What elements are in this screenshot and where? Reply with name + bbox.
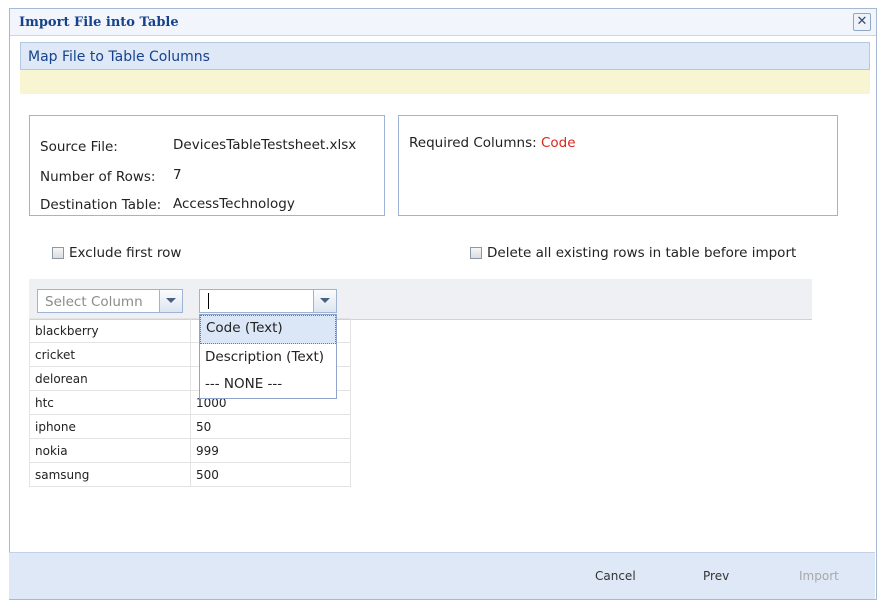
chevron-down-icon[interactable] bbox=[313, 290, 336, 312]
source-file-label: Source File: bbox=[40, 139, 118, 155]
rows-label: Number of Rows: bbox=[40, 169, 156, 185]
device-name-cell: nokia bbox=[29, 438, 191, 463]
exclude-first-row-label[interactable]: Exclude first row bbox=[69, 245, 181, 261]
prev-button[interactable]: Prev bbox=[703, 569, 729, 583]
table-row: samsung 500 bbox=[29, 462, 351, 487]
device-name-cell: htc bbox=[29, 390, 191, 415]
device-name-cell: cricket bbox=[29, 342, 191, 367]
delete-existing-checkbox[interactable] bbox=[470, 247, 482, 259]
column-select-1[interactable]: Select Column bbox=[37, 289, 183, 313]
device-name-cell: blackberry bbox=[29, 318, 191, 343]
value-cell: 50 bbox=[190, 414, 351, 439]
column-select-1-placeholder: Select Column bbox=[45, 294, 143, 310]
dropdown-option[interactable]: Code (Text) bbox=[200, 315, 336, 344]
delete-existing-label[interactable]: Delete all existing rows in table before… bbox=[487, 245, 796, 261]
destination-label: Destination Table: bbox=[40, 197, 162, 213]
device-name-cell: delorean bbox=[29, 366, 191, 391]
close-icon[interactable]: ✕ bbox=[853, 13, 871, 31]
value-cell: 500 bbox=[190, 462, 351, 487]
dialog-footer: Cancel Prev Import bbox=[9, 552, 875, 599]
import-button[interactable]: Import bbox=[799, 569, 839, 583]
table-row: nokia 999 bbox=[29, 438, 351, 463]
source-file-value: DevicesTableTestsheet.xlsx bbox=[173, 137, 357, 153]
required-columns-value: Code bbox=[540, 135, 576, 151]
device-name-cell: samsung bbox=[29, 462, 191, 487]
rows-value: 7 bbox=[173, 167, 182, 183]
device-name-cell: iphone bbox=[29, 414, 191, 439]
dropdown-option[interactable]: Description (Text) bbox=[200, 344, 336, 371]
chevron-down-icon[interactable] bbox=[159, 290, 182, 312]
dialog-title: Import File into Table bbox=[19, 15, 179, 30]
dialog-titlebar: Import File into Table ✕ bbox=[10, 9, 876, 36]
exclude-first-row-checkbox[interactable] bbox=[52, 247, 64, 259]
notice-bar bbox=[20, 70, 870, 94]
text-caret bbox=[208, 293, 209, 309]
file-info-panel: Source File: DevicesTableTestsheet.xlsx … bbox=[29, 115, 385, 216]
required-columns-label: Required Columns: bbox=[409, 135, 537, 151]
step-header: Map File to Table Columns bbox=[20, 42, 870, 70]
step-title: Map File to Table Columns bbox=[28, 49, 210, 65]
column-select-2[interactable] bbox=[199, 289, 337, 313]
required-columns-panel: Required Columns: Code bbox=[398, 115, 838, 216]
value-cell: 999 bbox=[190, 438, 351, 463]
table-row: iphone 50 bbox=[29, 414, 351, 439]
dropdown-option[interactable]: --- NONE --- bbox=[200, 371, 336, 398]
destination-value: AccessTechnology bbox=[173, 196, 295, 212]
required-columns-text: Required Columns: Code bbox=[409, 135, 576, 151]
cancel-button[interactable]: Cancel bbox=[595, 569, 636, 583]
column-dropdown-list[interactable]: Code (Text) Description (Text) --- NONE … bbox=[199, 314, 337, 399]
